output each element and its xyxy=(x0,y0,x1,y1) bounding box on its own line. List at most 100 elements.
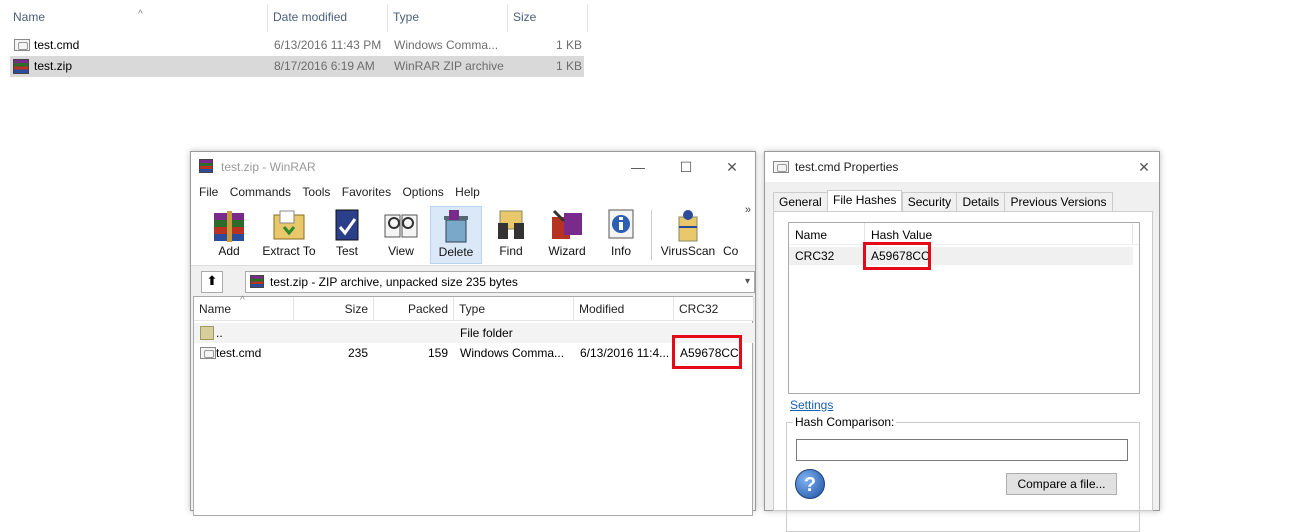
view-label: View xyxy=(388,244,414,258)
info-button[interactable]: Info xyxy=(595,206,647,264)
column-type[interactable]: Type xyxy=(388,4,508,32)
virusscan-label: VirusScan xyxy=(660,244,716,258)
file-hashes-panel: Name Hash Value CRC32 A59678CC Settings … xyxy=(773,211,1153,532)
column-size[interactable]: Size xyxy=(508,4,588,32)
toolbar-separator xyxy=(651,210,652,260)
test-button[interactable]: Test xyxy=(321,206,373,264)
column-name-label: Name xyxy=(13,10,46,24)
column-name[interactable]: Name ^ xyxy=(194,295,294,321)
column-name[interactable]: Name xyxy=(789,223,865,245)
minimize-icon[interactable]: — xyxy=(627,156,649,178)
tab-previous-versions[interactable]: Previous Versions xyxy=(1004,192,1113,212)
properties-tabs: General File Hashes Security Details Pre… xyxy=(773,190,1113,212)
address-bar: ⬆ test.zip - ZIP archive, unpacked size … xyxy=(191,266,755,298)
row-modified: 6/13/2016 11:4... xyxy=(580,346,670,360)
comment-button[interactable]: Co xyxy=(719,206,745,264)
file-size: 1 KB xyxy=(556,38,583,52)
sort-up-icon: ^ xyxy=(240,295,245,306)
close-icon[interactable]: ✕ xyxy=(1133,156,1155,178)
menu-tools[interactable]: Tools xyxy=(298,182,334,202)
tab-details[interactable]: Details xyxy=(956,192,1006,212)
info-icon xyxy=(602,207,640,243)
help-question-icon[interactable]: ? xyxy=(795,469,825,499)
menu-favorites[interactable]: Favorites xyxy=(338,182,395,202)
delete-bin-icon xyxy=(437,208,475,244)
winrar-window: test.zip - WinRAR — ☐ ✕ File Commands To… xyxy=(190,151,756,516)
winrar-app-icon xyxy=(199,159,213,173)
delete-label: Delete xyxy=(438,245,474,259)
hash-algorithm: CRC32 xyxy=(795,249,835,263)
row-type: File folder xyxy=(460,326,513,340)
menu-options[interactable]: Options xyxy=(398,182,447,202)
row-type: Windows Comma... xyxy=(460,346,565,360)
comment-icon xyxy=(722,207,742,243)
properties-window: test.cmd Properties ✕ General File Hashe… xyxy=(764,151,1160,532)
hash-list-header: Name Hash Value xyxy=(789,223,1139,245)
properties-titlebar[interactable]: test.cmd Properties ✕ xyxy=(765,152,1159,182)
tab-general[interactable]: General xyxy=(773,192,828,212)
extract-to-label: Extract To xyxy=(262,244,316,258)
wizard-button[interactable]: Wizard xyxy=(541,206,593,264)
hash-comparison-label: Hash Comparison: xyxy=(793,415,897,429)
crc-highlight-box xyxy=(672,335,742,369)
hash-comparison-group: Hash Comparison: ? Compare a file... xyxy=(786,415,1140,532)
column-type[interactable]: Type xyxy=(454,297,574,321)
column-packed[interactable]: Packed xyxy=(374,297,454,321)
cmd-file-icon xyxy=(773,161,789,173)
menu-commands[interactable]: Commands xyxy=(226,182,295,202)
column-modified[interactable]: Modified xyxy=(574,297,674,321)
column-name-label: Name xyxy=(199,302,232,316)
comment-label: Co xyxy=(723,244,739,258)
file-type: Windows Comma... xyxy=(394,38,499,52)
menu-bar: File Commands Tools Favorites Options He… xyxy=(191,182,755,204)
column-size[interactable]: Size xyxy=(294,297,374,321)
delete-button[interactable]: Delete xyxy=(430,206,482,264)
column-name[interactable]: Name ^ xyxy=(8,4,268,32)
explorer-column-header: Name ^ Date modified Type Size xyxy=(0,4,590,32)
explorer-file-list: Name ^ Date modified Type Size test.cmd … xyxy=(0,0,590,80)
file-size: 1 KB xyxy=(556,59,583,73)
file-row-test-zip[interactable]: test.zip 8/17/2016 6:19 AM WinRAR ZIP ar… xyxy=(10,56,584,77)
column-crc32[interactable]: CRC32 xyxy=(674,297,754,321)
extract-folder-icon xyxy=(270,207,308,243)
row-name: test.cmd xyxy=(216,346,262,360)
winrar-titlebar[interactable]: test.zip - WinRAR — ☐ ✕ xyxy=(191,152,755,182)
archive-row-parent[interactable]: .. File folder xyxy=(194,323,754,343)
folder-icon xyxy=(200,326,214,340)
up-folder-icon[interactable]: ⬆ xyxy=(201,271,223,293)
virusscan-icon xyxy=(669,207,707,243)
window-title: test.zip - WinRAR xyxy=(221,160,316,174)
archive-path-dropdown[interactable]: test.zip - ZIP archive, unpacked size 23… xyxy=(245,271,755,293)
archive-row-test-cmd[interactable]: test.cmd 235 159 Windows Comma... 6/13/2… xyxy=(194,343,754,363)
menu-file[interactable]: File xyxy=(195,182,222,202)
virusscan-button[interactable]: VirusScan xyxy=(658,206,718,264)
add-archive-icon xyxy=(210,207,248,243)
hash-comparison-input[interactable] xyxy=(796,439,1128,461)
tab-security[interactable]: Security xyxy=(901,192,958,212)
maximize-icon[interactable]: ☐ xyxy=(675,156,697,178)
hash-row-crc32[interactable]: CRC32 A59678CC xyxy=(789,247,1133,265)
column-date[interactable]: Date modified xyxy=(268,4,388,32)
file-date: 6/13/2016 11:43 PM xyxy=(274,38,382,52)
file-date: 8/17/2016 6:19 AM xyxy=(274,59,375,73)
file-row-test-cmd[interactable]: test.cmd 6/13/2016 11:43 PM Windows Comm… xyxy=(10,35,584,56)
add-button[interactable]: Add xyxy=(203,206,255,264)
view-book-icon xyxy=(382,207,420,243)
menu-help[interactable]: Help xyxy=(451,182,484,202)
toolbar-overflow-icon[interactable]: » xyxy=(745,204,751,216)
cmd-file-icon xyxy=(14,39,30,51)
settings-link[interactable]: Settings xyxy=(790,398,833,412)
row-packed: 159 xyxy=(427,346,448,360)
file-name: test.cmd xyxy=(34,38,80,52)
hash-highlight-box xyxy=(863,242,931,270)
extract-to-button[interactable]: Extract To xyxy=(259,206,319,264)
archive-path-text: test.zip - ZIP archive, unpacked size 23… xyxy=(270,275,518,289)
close-icon[interactable]: ✕ xyxy=(721,156,743,178)
test-archive-icon xyxy=(328,207,366,243)
find-button[interactable]: Find xyxy=(485,206,537,264)
tab-file-hashes[interactable]: File Hashes xyxy=(827,190,903,212)
view-button[interactable]: View xyxy=(375,206,427,264)
row-size: 235 xyxy=(347,346,368,360)
winrar-archive-icon xyxy=(250,275,264,288)
compare-file-button[interactable]: Compare a file... xyxy=(1006,473,1117,495)
